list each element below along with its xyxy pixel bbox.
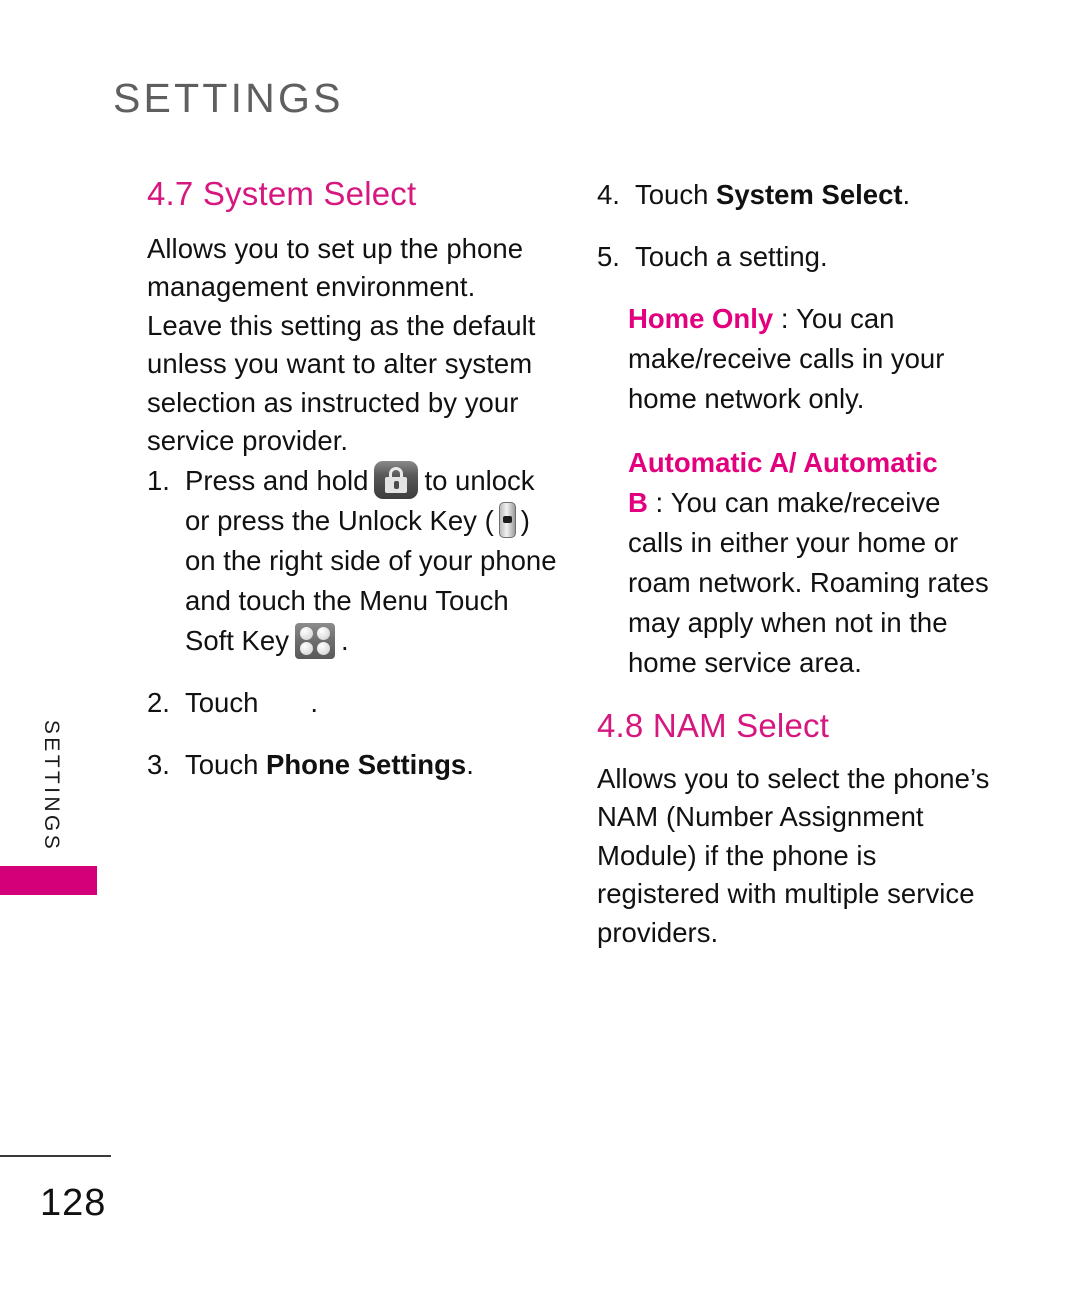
step-text: Touch (635, 179, 709, 210)
right-column: 4. Touch System Select. 5. Touch a setting… (597, 175, 997, 952)
lock-key-icon (374, 460, 419, 499)
side-tab-bar (0, 866, 97, 895)
step-number: 2. (147, 686, 170, 718)
setting-separator: : (655, 487, 664, 518)
step-number: 4. (597, 179, 620, 210)
step-text: . (466, 748, 474, 780)
setting-term: Home Only (628, 303, 774, 334)
left-column: 4.7 System Select Allows you to set up t… (147, 175, 557, 807)
menu-soft-key-icon (294, 622, 335, 659)
section-body-nam-select: Allows you to select the phone’s NAM (Nu… (597, 762, 990, 948)
section-body-system-select: Allows you to set up the phone managemen… (147, 232, 536, 457)
setting-option-automatic: Automatic A/ Automatic B : You can make/… (628, 443, 997, 683)
step-number: 1. (147, 464, 170, 496)
step-text: . (310, 686, 319, 718)
step-text: . (902, 179, 911, 210)
step-text: Touch (185, 748, 259, 780)
side-tab-label: SETTINGS (40, 719, 63, 853)
step-text: . (340, 624, 349, 656)
side-tab: SETTINGS (0, 700, 110, 900)
step-4: 4. Touch System Select. (597, 175, 997, 215)
step-5: 5. Touch a setting. (597, 237, 997, 277)
step-emphasis: System Select (716, 179, 903, 210)
step-text: Touch (185, 686, 259, 718)
step-number: 5. (597, 241, 620, 272)
step-1: 1. Press and hold to unlock or press the U… (147, 460, 557, 661)
step-number: 3. (147, 748, 170, 780)
section-title-nam-select: 4.8 NAM Select (597, 707, 830, 744)
page-number: 128 (40, 1182, 107, 1224)
step-2: 2. Touch. (147, 683, 557, 723)
step-3: 3. Touch Phone Settings. (147, 745, 557, 785)
step-text: Touch a setting. (635, 241, 828, 272)
footer-rule (0, 1155, 111, 1157)
setting-option-home-only: Home Only : You can make/receive calls i… (628, 299, 997, 419)
side-unlock-key-icon (498, 501, 516, 538)
step-text: Press and hold (185, 464, 369, 496)
section-title-system-select: 4.7 System Select (147, 175, 417, 212)
page-title: SETTINGS (113, 75, 344, 121)
missing-icon (258, 684, 310, 712)
setting-description: You can make/receive calls in either you… (628, 487, 989, 678)
step-emphasis: Phone Settings (266, 748, 467, 780)
